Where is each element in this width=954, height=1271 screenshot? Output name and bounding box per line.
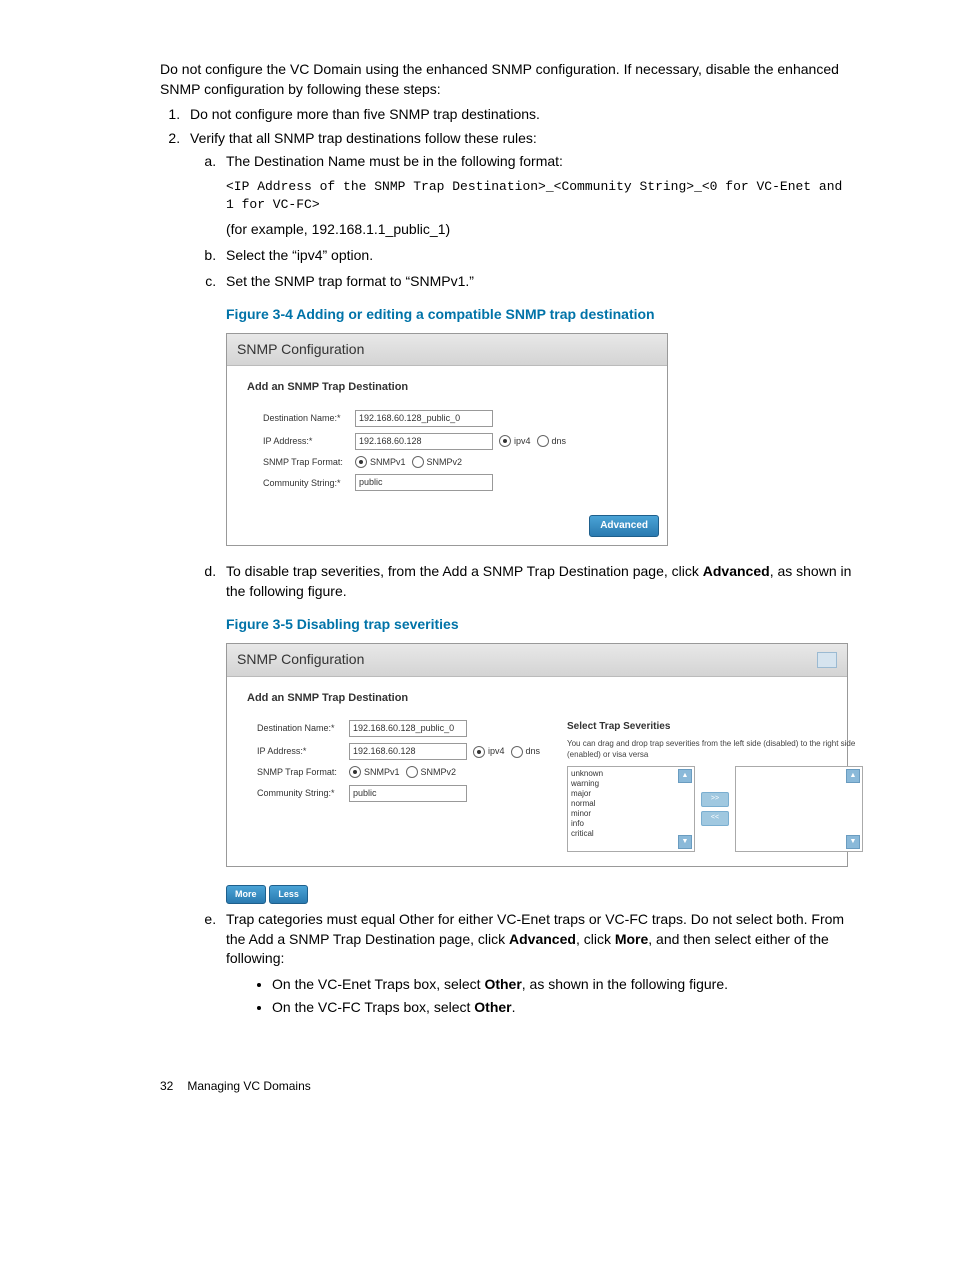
step-2b: Select the “ipv4” option. [220, 246, 854, 266]
fig1-ipv4-radio[interactable]: ipv4 [499, 435, 531, 448]
figure-3-4: SNMP Configuration Add an SNMP Trap Dest… [226, 333, 668, 547]
fig2-comm-input[interactable]: public [349, 785, 467, 802]
fig1-comm-label: Community String:* [263, 477, 355, 490]
sev-item[interactable]: warning [571, 779, 691, 789]
scroll-up-icon[interactable]: ▲ [678, 769, 692, 783]
sev-item[interactable]: info [571, 819, 691, 829]
fig2-snmpv1-radio[interactable]: SNMPv1 [349, 766, 400, 779]
fig2-dns-radio[interactable]: dns [511, 745, 541, 758]
fig2-snmpv2-radio[interactable]: SNMPv2 [406, 766, 457, 779]
figure-3-5-caption: Figure 3-5 Disabling trap severities [226, 615, 854, 635]
sev-hint: You can drag and drop trap severities fr… [567, 738, 863, 760]
step-2c: Set the SNMP trap format to “SNMPv1.” Fi… [220, 272, 854, 547]
step-1: Do not configure more than five SNMP tra… [184, 105, 854, 125]
code-format: <IP Address of the SNMP Trap Destination… [226, 178, 854, 214]
fig2-fmt-label: SNMP Trap Format: [257, 766, 349, 779]
sev-enabled-list[interactable]: ▲ ▼ [735, 766, 863, 852]
figure-3-4-caption: Figure 3-4 Adding or editing a compatibl… [226, 305, 854, 325]
example-text: (for example, 192.168.1.1_public_1) [226, 220, 854, 240]
fig2-section-title: Add an SNMP Trap Destination [247, 691, 827, 706]
fig1-ip-label: IP Address:* [263, 435, 355, 448]
fig1-advanced-button[interactable]: Advanced [589, 515, 659, 537]
step-2: Verify that all SNMP trap destinations f… [184, 129, 854, 1018]
sev-disabled-list[interactable]: ▲ unknown warning major normal minor inf… [567, 766, 695, 852]
scroll-down-icon[interactable]: ▼ [846, 835, 860, 849]
fig2-window-title: SNMP Configuration [227, 644, 847, 677]
intro-text: Do not configure the VC Domain using the… [160, 60, 854, 99]
fig1-snmpv2-radio[interactable]: SNMPv2 [412, 456, 463, 469]
move-right-button[interactable]: >> [701, 792, 729, 807]
move-left-button[interactable]: << [701, 811, 729, 826]
fig2-ip-label: IP Address:* [257, 745, 349, 758]
fig1-fmt-label: SNMP Trap Format: [263, 456, 355, 469]
fig2-dest-input[interactable]: 192.168.60.128_public_0 [349, 720, 467, 737]
sev-item[interactable]: unknown [571, 769, 691, 779]
scroll-down-icon[interactable]: ▼ [678, 835, 692, 849]
more-button[interactable]: More [226, 885, 266, 904]
fig2-ipv4-radio[interactable]: ipv4 [473, 745, 505, 758]
fig1-dns-radio[interactable]: dns [537, 435, 567, 448]
step-2e: Trap categories must equal Other for eit… [220, 910, 854, 1018]
bullet-vc-enet: On the VC-Enet Traps box, select Other, … [272, 975, 854, 995]
fig1-dest-label: Destination Name:* [263, 412, 355, 425]
fig1-snmpv1-radio[interactable]: SNMPv1 [355, 456, 406, 469]
less-button[interactable]: Less [269, 885, 308, 904]
sev-item[interactable]: major [571, 789, 691, 799]
page-number: 32 [160, 1078, 173, 1095]
chapter-title: Managing VC Domains [187, 1078, 310, 1095]
sev-item[interactable]: normal [571, 799, 691, 809]
fig2-dest-label: Destination Name:* [257, 722, 349, 735]
fig2-comm-label: Community String:* [257, 787, 349, 800]
bullet-vc-fc: On the VC-FC Traps box, select Other. [272, 998, 854, 1018]
fig1-dest-input[interactable]: 192.168.60.128_public_0 [355, 410, 493, 427]
sev-title: Select Trap Severities [567, 720, 863, 734]
fig1-section-title: Add an SNMP Trap Destination [247, 380, 647, 395]
fig2-ip-input[interactable]: 192.168.60.128 [349, 743, 467, 760]
sev-item[interactable]: critical [571, 829, 691, 839]
fig1-ip-input[interactable]: 192.168.60.128 [355, 433, 493, 450]
sev-item[interactable]: minor [571, 809, 691, 819]
scroll-up-icon[interactable]: ▲ [846, 769, 860, 783]
fig1-comm-input[interactable]: public [355, 474, 493, 491]
step-2a: The Destination Name must be in the foll… [220, 152, 854, 240]
print-icon[interactable] [817, 652, 837, 668]
fig1-window-title: SNMP Configuration [227, 334, 667, 367]
step-2d: To disable trap severities, from the Add… [220, 562, 854, 904]
figure-3-5: SNMP Configuration Add an SNMP Trap Dest… [226, 643, 848, 867]
